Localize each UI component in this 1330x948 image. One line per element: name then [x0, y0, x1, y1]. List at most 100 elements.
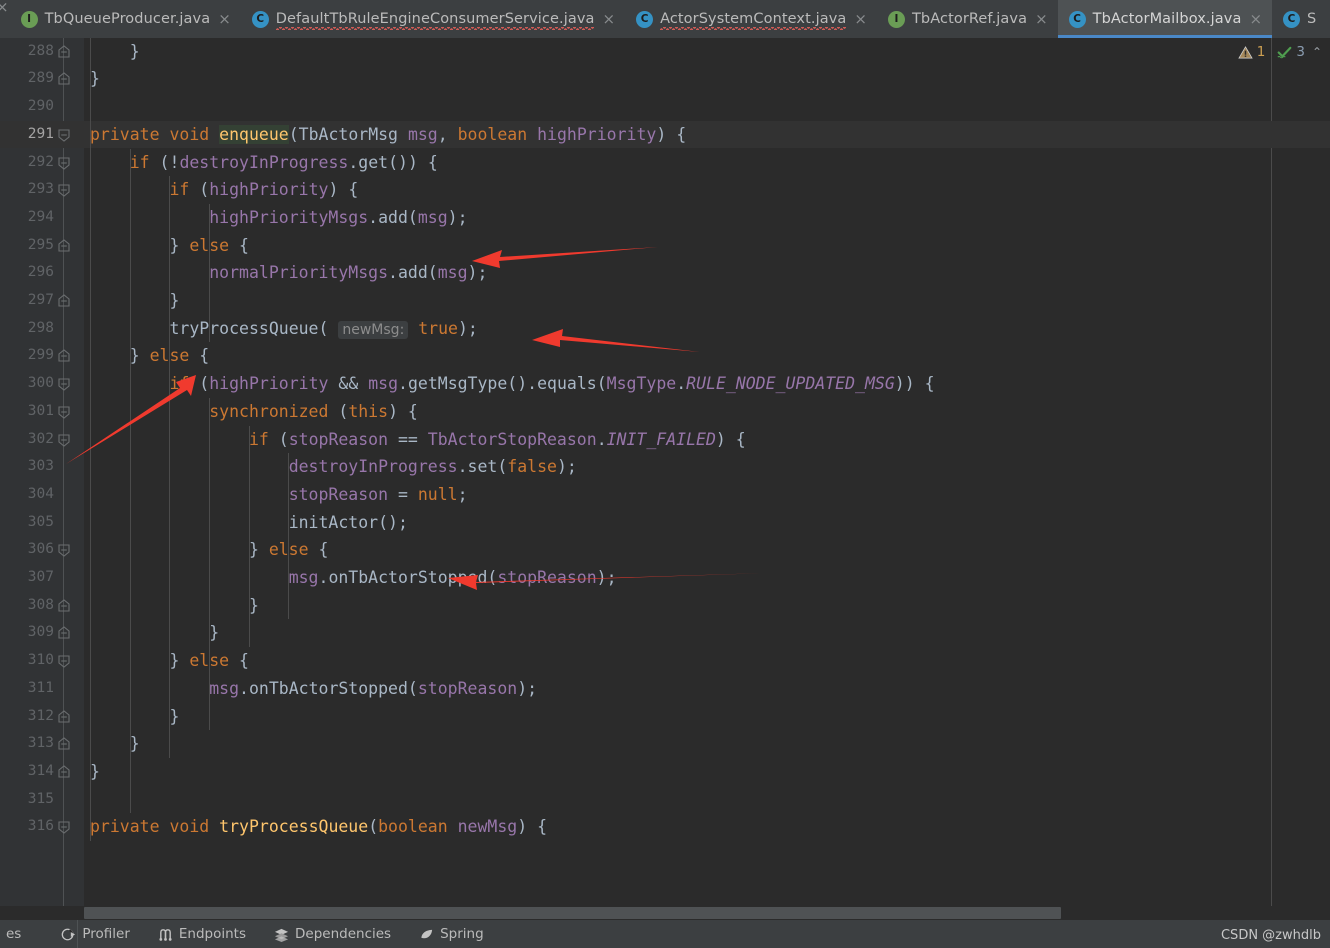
code-line-289[interactable]: } — [84, 65, 1330, 93]
close-icon[interactable]: × — [1034, 11, 1049, 27]
gutter-line-315[interactable]: 315 — [0, 786, 84, 814]
code-line-302[interactable]: if (stopReason == TbActorStopReason.INIT… — [84, 426, 1330, 454]
gutter-line-310[interactable]: 310 — [0, 647, 84, 675]
code-line-307[interactable]: msg.onTbActorStopped(stopReason); — [84, 564, 1330, 592]
gutter-line-295[interactable]: 295 — [0, 232, 84, 260]
code-line-299[interactable]: } else { — [84, 342, 1330, 370]
gutter-line-289[interactable]: 289 — [0, 65, 84, 93]
gutter-line-313[interactable]: 313 — [0, 730, 84, 758]
code-fold-icon[interactable] — [57, 156, 71, 170]
code-line-292[interactable]: if (!destroyInProgress.get()) { — [84, 149, 1330, 177]
code-line-303[interactable]: destroyInProgress.set(false); — [84, 453, 1330, 481]
toolwindow-button-profiler[interactable]: Profiler — [47, 920, 144, 948]
code-editor[interactable]: 2872882892902912922932942952962972982993… — [0, 38, 1330, 920]
code-line-293[interactable]: if (highPriority) { — [84, 176, 1330, 204]
gutter-line-306[interactable]: 306 — [0, 536, 84, 564]
code-line-308[interactable]: } — [84, 592, 1330, 620]
code-line-312[interactable]: } — [84, 703, 1330, 731]
editor-tab-defaulttbruleengineconsumerservice[interactable]: C DefaultTbRuleEngineConsumerService.jav… — [240, 0, 626, 38]
code-line-301[interactable]: synchronized (this) { — [84, 398, 1330, 426]
code-line-291[interactable]: private void enqueue(TbActorMsg msg, boo… — [84, 120, 1330, 149]
gutter-line-297[interactable]: 297 — [0, 287, 84, 315]
code-line-316[interactable]: private void tryProcessQueue(boolean new… — [84, 813, 1330, 841]
gutter-line-307[interactable]: 307 — [0, 564, 84, 592]
code-line-290[interactable] — [84, 93, 1330, 121]
code-line-294[interactable]: highPriorityMsgs.add(msg); — [84, 204, 1330, 232]
code-line-297[interactable]: } — [84, 287, 1330, 315]
code-line-314[interactable]: } — [84, 758, 1330, 786]
gutter-line-314[interactable]: 314 — [0, 758, 84, 786]
close-icon[interactable]: × — [853, 11, 868, 27]
editor-tab-truncated[interactable]: C S — [1272, 0, 1326, 38]
code-fold-icon[interactable] — [57, 598, 71, 613]
gutter-line-300[interactable]: 300 — [0, 370, 84, 398]
gutter-line-288[interactable]: 288 — [0, 38, 84, 65]
code-fold-icon[interactable] — [57, 405, 71, 419]
editor-gutter[interactable]: 2872882892902912922932942952962972982993… — [0, 38, 84, 920]
horizontal-scrollbar[interactable] — [0, 906, 1330, 920]
horizontal-scrollbar-thumb[interactable] — [84, 907, 1061, 919]
code-fold-icon[interactable] — [57, 294, 71, 308]
gutter-line-291[interactable]: 291 — [0, 120, 84, 149]
gutter-line-305[interactable]: 305 — [0, 509, 84, 537]
gutter-line-298[interactable]: 298 — [0, 315, 84, 343]
gutter-line-309[interactable]: 309 — [0, 619, 84, 647]
ok-group[interactable]: 3 — [1277, 44, 1305, 60]
code-fold-icon[interactable] — [57, 377, 71, 391]
editor-tab-actorsystemcontext[interactable]: C ActorSystemContext.java × — [625, 0, 877, 38]
gutter-line-308[interactable]: 308 — [0, 592, 84, 620]
editor-tab-tbqueueproducer[interactable]: I TbQueueProducer.java × — [9, 0, 241, 38]
code-fold-icon[interactable] — [57, 72, 71, 86]
code-line-298[interactable]: tryProcessQueue( newMsg: true); — [84, 315, 1330, 343]
code-content[interactable]: } }} private void enqueue(TbActorMsg msg… — [84, 38, 1330, 920]
close-icon[interactable]: × — [601, 11, 616, 27]
toolwindow-button-spring[interactable]: Spring — [405, 920, 498, 948]
code-fold-icon[interactable] — [57, 44, 71, 59]
gutter-line-299[interactable]: 299 — [0, 342, 84, 370]
gutter-line-311[interactable]: 311 — [0, 675, 84, 703]
gutter-line-302[interactable]: 302 — [0, 426, 84, 454]
code-fold-icon[interactable] — [57, 765, 71, 779]
code-line-309[interactable]: } — [84, 619, 1330, 647]
gutter-line-290[interactable]: 290 — [0, 93, 84, 121]
code-line-305[interactable]: initActor(); — [84, 509, 1330, 537]
close-icon[interactable]: × — [1248, 11, 1263, 27]
gutter-line-301[interactable]: 301 — [0, 398, 84, 426]
code-line-315[interactable] — [84, 786, 1330, 814]
toolwindow-button-truncated[interactable]: es — [0, 920, 35, 948]
gutter-line-304[interactable]: 304 — [0, 481, 84, 509]
code-fold-icon[interactable] — [57, 349, 71, 363]
editor-tab-tbactorref[interactable]: I TbActorRef.java × — [876, 0, 1058, 38]
toolwindow-button-endpoints[interactable]: Endpoints — [144, 920, 260, 948]
code-fold-icon[interactable] — [57, 128, 71, 142]
gutter-line-312[interactable]: 312 — [0, 703, 84, 731]
code-line-295[interactable]: } else { — [84, 232, 1330, 260]
code-line-296[interactable]: normalPriorityMsgs.add(msg); — [84, 259, 1330, 287]
gutter-line-316[interactable]: 316 — [0, 813, 84, 841]
code-line-313[interactable]: } — [84, 730, 1330, 758]
code-fold-icon[interactable] — [57, 654, 71, 668]
gutter-line-303[interactable]: 303 — [0, 453, 84, 481]
code-fold-icon[interactable] — [57, 433, 71, 447]
code-fold-icon[interactable] — [57, 820, 71, 835]
code-line-288[interactable]: } — [84, 38, 1330, 65]
code-line-310[interactable]: } else { — [84, 647, 1330, 675]
editor-tab-tbactormailbox[interactable]: C TbActorMailbox.java × — [1057, 0, 1273, 38]
gutter-line-292[interactable]: 292 — [0, 149, 84, 177]
gutter-line-294[interactable]: 294 — [0, 204, 84, 232]
close-icon[interactable]: × — [217, 11, 232, 27]
chevron-up-icon[interactable]: ⌃ — [1312, 45, 1322, 59]
gutter-line-293[interactable]: 293 — [0, 176, 84, 204]
tab-close-icon-leading[interactable]: × — [0, 0, 10, 38]
gutter-line-296[interactable]: 296 — [0, 259, 84, 287]
code-fold-icon[interactable] — [57, 543, 71, 558]
code-fold-icon[interactable] — [57, 183, 71, 197]
code-fold-icon[interactable] — [57, 737, 71, 751]
bottom-tool-window-bar[interactable]: es Profiler Endpoints Dependencies Sprin… — [0, 920, 1330, 948]
toolwindow-button-dependencies[interactable]: Dependencies — [260, 920, 405, 948]
code-fold-icon[interactable] — [57, 626, 71, 640]
chevron-down-icon[interactable] — [1325, 0, 1330, 38]
warning-group[interactable]: 1 — [1238, 44, 1265, 60]
inspection-widget[interactable]: 1 3 ⌃ — [1238, 44, 1322, 60]
code-line-304[interactable]: stopReason = null; — [84, 481, 1330, 509]
